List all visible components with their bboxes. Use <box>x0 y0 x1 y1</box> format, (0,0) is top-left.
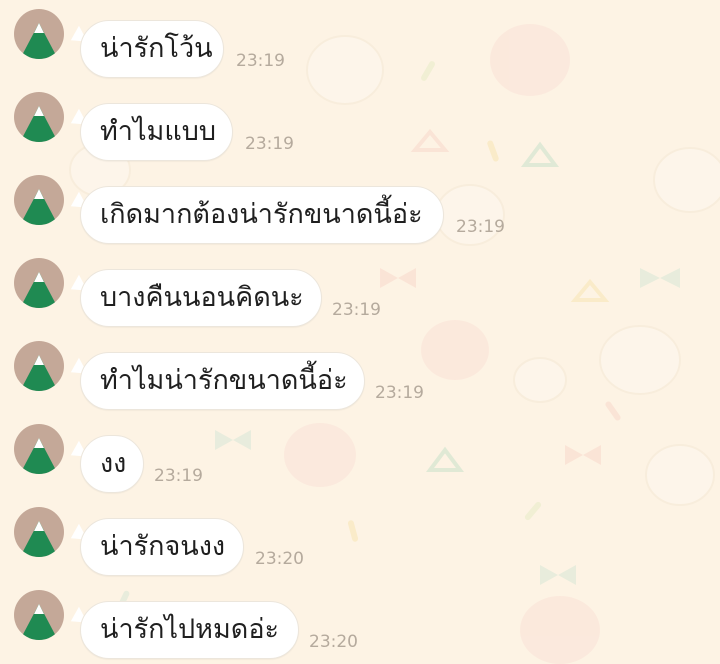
message-bubble[interactable]: เกิดมากต้องน่ารักขนาดนี้อ่ะ <box>80 186 444 244</box>
sender-avatar[interactable] <box>14 341 64 391</box>
mountain-icon <box>20 521 58 557</box>
message-timestamp: 23:19 <box>332 300 381 320</box>
message-timestamp: 23:20 <box>309 632 358 652</box>
sender-avatar[interactable] <box>14 507 64 557</box>
sender-avatar[interactable] <box>14 424 64 474</box>
chat-message-row: เกิดมากต้องน่ารักขนาดนี้อ่ะ 23:19 <box>0 172 720 244</box>
message-timestamp: 23:20 <box>255 549 304 569</box>
message-timestamp: 23:19 <box>456 217 505 237</box>
chat-message-row: น่ารักโว้น 23:19 <box>0 6 720 78</box>
chat-message-row: น่ารักจนงง 23:20 <box>0 504 720 576</box>
chat-message-row: บางคืนนอนคิดนะ 23:19 <box>0 255 720 327</box>
mountain-icon <box>20 438 58 474</box>
message-timestamp: 23:19 <box>154 466 203 486</box>
chat-message-row: ทำไมแบบ 23:19 <box>0 89 720 161</box>
message-bubble[interactable]: น่ารักจนงง <box>80 518 244 576</box>
sender-avatar[interactable] <box>14 9 64 59</box>
chat-message-row: งง 23:19 <box>0 421 720 493</box>
sender-avatar[interactable] <box>14 92 64 142</box>
sender-avatar[interactable] <box>14 258 64 308</box>
message-timestamp: 23:19 <box>236 51 285 71</box>
mountain-icon <box>20 355 58 391</box>
message-bubble[interactable]: ทำไมแบบ <box>80 103 233 161</box>
message-timestamp: 23:19 <box>375 383 424 403</box>
mountain-icon <box>20 106 58 142</box>
sender-avatar[interactable] <box>14 590 64 640</box>
chat-message-row: ทำไมน่ารักขนาดนี้อ่ะ 23:19 <box>0 338 720 410</box>
message-bubble[interactable]: น่ารักโว้น <box>80 20 224 78</box>
mountain-icon <box>20 189 58 225</box>
mountain-icon <box>20 23 58 59</box>
message-timestamp: 23:19 <box>245 134 294 154</box>
message-bubble[interactable]: น่ารักไปหมดอ่ะ <box>80 601 299 659</box>
message-bubble[interactable]: บางคืนนอนคิดนะ <box>80 269 322 327</box>
chat-message-row: น่ารักไปหมดอ่ะ 23:20 <box>0 587 720 659</box>
mountain-icon <box>20 272 58 308</box>
message-bubble[interactable]: ทำไมน่ารักขนาดนี้อ่ะ <box>80 352 365 410</box>
mountain-icon <box>20 604 58 640</box>
chat-message-list[interactable]: น่ารักโว้น 23:19 ทำไมแบบ 23:19 เกิดมากต้… <box>0 0 720 664</box>
sender-avatar[interactable] <box>14 175 64 225</box>
message-bubble[interactable]: งง <box>80 435 144 493</box>
